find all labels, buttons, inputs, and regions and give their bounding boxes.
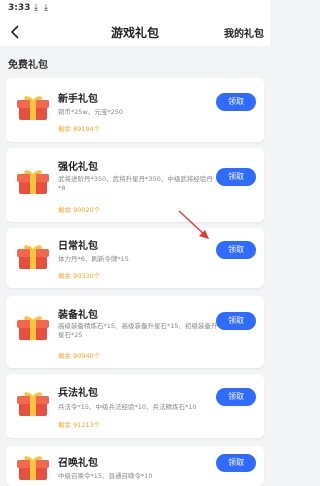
download-icon: ⤓ [34, 3, 38, 13]
gift-remain: 剩余 90940个 [58, 352, 101, 360]
gift-card: 强化礼包 武将进阶丹*350、武将升星丹*350、中级武将经验丹*8 剩余 90… [6, 148, 264, 222]
gift-remain: 剩余 90020个 [58, 206, 101, 214]
claim-button[interactable]: 领取 [216, 312, 256, 330]
gift-name: 装备礼包 [58, 310, 98, 321]
gift-name: 日常礼包 [58, 241, 98, 252]
gift-chest-icon [17, 170, 49, 194]
claim-button[interactable]: 领取 [216, 168, 256, 186]
gift-chest-icon [17, 316, 49, 340]
gift-card: 兵法礼包 兵法令*15、中级兵法经验*10、兵法精炼石*10 剩余 91213个… [6, 374, 264, 438]
claim-button[interactable]: 领取 [216, 454, 256, 472]
gift-chest-icon [17, 245, 49, 269]
gift-remain: 剩余 90330个 [58, 272, 101, 280]
claim-button[interactable]: 领取 [216, 388, 256, 406]
gift-card: 新手礼包 铜币*25w、元宝*250 剩余 89194个 领取 [6, 78, 264, 142]
section-title: 免费礼包 [8, 60, 48, 71]
gift-chest-icon [17, 456, 49, 480]
gift-desc: 兵法令*15、中级兵法经验*10、兵法精炼石*10 [58, 403, 197, 411]
status-bar: 3:33 ⤓ ⤓ [0, 0, 270, 18]
gift-chest-icon [17, 96, 49, 120]
claim-button[interactable]: 领取 [216, 93, 256, 111]
gift-card: 日常礼包 体力丹*6、刷新令牌*15 剩余 90330个 领取 [6, 228, 264, 288]
status-time: 3:33 [8, 3, 31, 13]
claim-button[interactable]: 领取 [216, 241, 256, 259]
gift-remain: 剩余 89194个 [58, 125, 101, 133]
header-bar: 游戏礼包 我的礼包 [0, 18, 270, 46]
my-gifts-link[interactable]: 我的礼包 [224, 25, 264, 40]
gift-desc: 高级装备精炼石*15、高级装备升星石*15、初级装备升星石*25 [58, 322, 218, 339]
gift-card: 装备礼包 高级装备精炼石*15、高级装备升星石*15、初级装备升星石*25 剩余… [6, 296, 264, 368]
gift-remain: 剩余 91213个 [58, 421, 101, 429]
annotation-arrow-icon [178, 210, 209, 239]
gift-desc: 铜币*25w、元宝*250 [58, 108, 123, 116]
gift-name: 召唤礼包 [58, 458, 98, 469]
gift-chest-icon [17, 392, 49, 416]
gift-name: 兵法礼包 [58, 388, 98, 399]
gift-name: 新手礼包 [58, 94, 98, 105]
gift-card: 召唤礼包 中级召唤令*15、普通召唤令*10 领取 [6, 446, 264, 486]
download-icon: ⤓ [44, 3, 48, 13]
gift-desc: 体力丹*6、刷新令牌*15 [58, 255, 129, 263]
gift-desc: 武将进阶丹*350、武将升星丹*350、中级武将经验丹*8 [58, 175, 213, 192]
gift-name: 强化礼包 [58, 162, 98, 173]
